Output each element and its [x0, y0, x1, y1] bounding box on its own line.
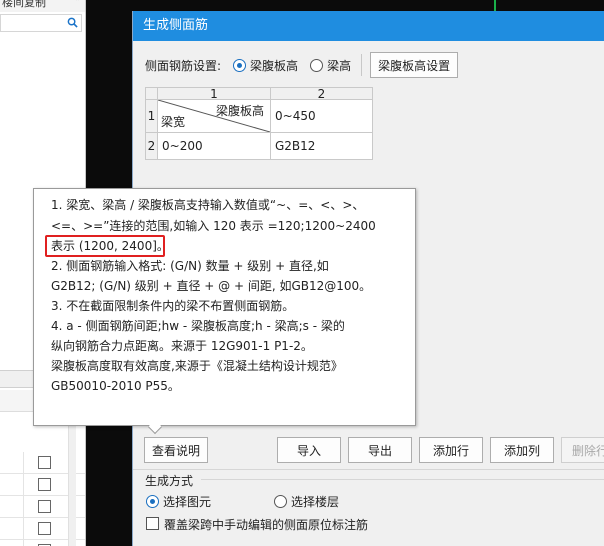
settings-label: 侧面钢筋设置:	[145, 58, 222, 73]
table-cell-r2c1[interactable]: 0~200	[158, 133, 271, 160]
tooltip-line: G2B12; (G/N) 级别 + 直径 + @ + 间距, 如GB12@100…	[51, 279, 372, 293]
help-tooltip: 1. 梁宽、梁高 / 梁腹板高支持输入数值或“~、=、<、>、 <=、>=”连接…	[33, 188, 416, 426]
radio-web-height[interactable]: 梁腹板高	[233, 57, 298, 74]
add-row-button[interactable]: 添加行	[419, 437, 483, 463]
tooltip-line: GB50010-2010 P55。	[51, 379, 180, 393]
import-button[interactable]: 导入	[277, 437, 341, 463]
web-height-settings-button[interactable]: 梁腹板高设置	[370, 52, 459, 78]
radio-beam-height-dot[interactable]	[310, 58, 324, 72]
column-header-2[interactable]: 2	[271, 87, 373, 101]
radio-select-floor-label: 选择楼层	[291, 495, 340, 509]
overwrite-label: 覆盖梁跨中手动编辑的侧面原位标注筋	[164, 518, 369, 532]
export-button[interactable]: 导出	[348, 437, 412, 463]
view-help-button[interactable]: 查看说明	[144, 437, 208, 463]
table-corner	[145, 87, 158, 100]
tooltip-line: 纵向钢筋合力点距离。来源于 12G901-1 P1-2。	[51, 339, 313, 353]
radio-select-element[interactable]: 选择图元	[146, 493, 211, 510]
left-panel-scrollbar[interactable]	[68, 412, 76, 546]
row-checkbox[interactable]	[38, 522, 51, 535]
side-rebar-settings-row: 侧面钢筋设置: 梁腹板高 梁高 梁腹板高设置	[145, 52, 459, 78]
row-header-2[interactable]: 2	[145, 133, 158, 160]
radio-select-element-label: 选择图元	[163, 495, 212, 509]
section-divider	[133, 469, 604, 470]
generate-mode-rule	[201, 479, 604, 480]
row-header-1[interactable]: 1	[145, 100, 158, 133]
radio-beam-height[interactable]: 梁高	[310, 57, 351, 74]
diagonal-header-top: 梁腹板高	[215, 104, 264, 118]
tooltip-line: 梁腹板高度取有效高度,来源于《混凝土结构设计规范》	[51, 359, 343, 373]
dialog-title[interactable]: 生成侧面筋	[133, 11, 604, 41]
search-icon[interactable]	[67, 17, 78, 28]
tooltip-line: <=、>=”连接的范围,如输入 120 表示 =120;1200~2400	[51, 219, 376, 233]
radio-select-element-dot[interactable]	[146, 495, 159, 508]
tooltip-highlight-box	[45, 235, 165, 257]
overwrite-checkbox[interactable]	[146, 517, 159, 530]
table-cell-r2c2[interactable]: G2B12	[271, 133, 373, 160]
tooltip-line: 1. 梁宽、梁高 / 梁腹板高支持输入数值或“~、=、<、>、	[51, 198, 365, 212]
table-cell-diagonal-header[interactable]: 梁腹板高 梁宽	[158, 100, 271, 133]
rebar-table: 1 2 1 梁腹板高 梁宽 0~450 2 0~200 G2B12	[145, 87, 373, 160]
tooltip-line: 4. a - 侧面钢筋间距;hw - 梁腹板高度;h - 梁高;s - 梁的	[51, 319, 345, 333]
row-checkbox[interactable]	[38, 500, 51, 513]
radio-web-height-label: 梁腹板高	[250, 58, 299, 73]
tooltip-line: 2. 侧面钢筋输入格式: (G/N) 数量 + 级别 + 直径,如	[51, 259, 329, 273]
table-cell-r1c2[interactable]: 0~450	[271, 100, 373, 133]
left-panel-search-input[interactable]	[0, 14, 82, 32]
radio-select-floor-dot[interactable]	[274, 495, 287, 508]
left-panel-title-text: 楼间复制	[2, 0, 46, 9]
row-checkbox[interactable]	[38, 478, 51, 491]
add-column-button[interactable]: 添加列	[490, 437, 554, 463]
radio-select-floor[interactable]: 选择楼层	[274, 493, 339, 510]
radio-beam-height-label: 梁高	[327, 58, 352, 73]
settings-separator	[361, 54, 363, 76]
expand-chevron-icon[interactable]: »	[75, 0, 82, 4]
row-checkbox[interactable]	[38, 456, 51, 469]
column-header-1[interactable]: 1	[158, 87, 271, 101]
generate-mode-title: 生成方式	[145, 474, 194, 488]
left-panel-title[interactable]: 楼间复制 »	[0, 0, 85, 12]
delete-row-button[interactable]: 删除行	[561, 437, 604, 463]
radio-web-height-dot[interactable]	[233, 58, 247, 72]
diagonal-header-bottom: 梁宽	[161, 115, 186, 129]
tooltip-line: 3. 不在截面限制条件内的梁不布置侧面钢筋。	[51, 299, 295, 313]
